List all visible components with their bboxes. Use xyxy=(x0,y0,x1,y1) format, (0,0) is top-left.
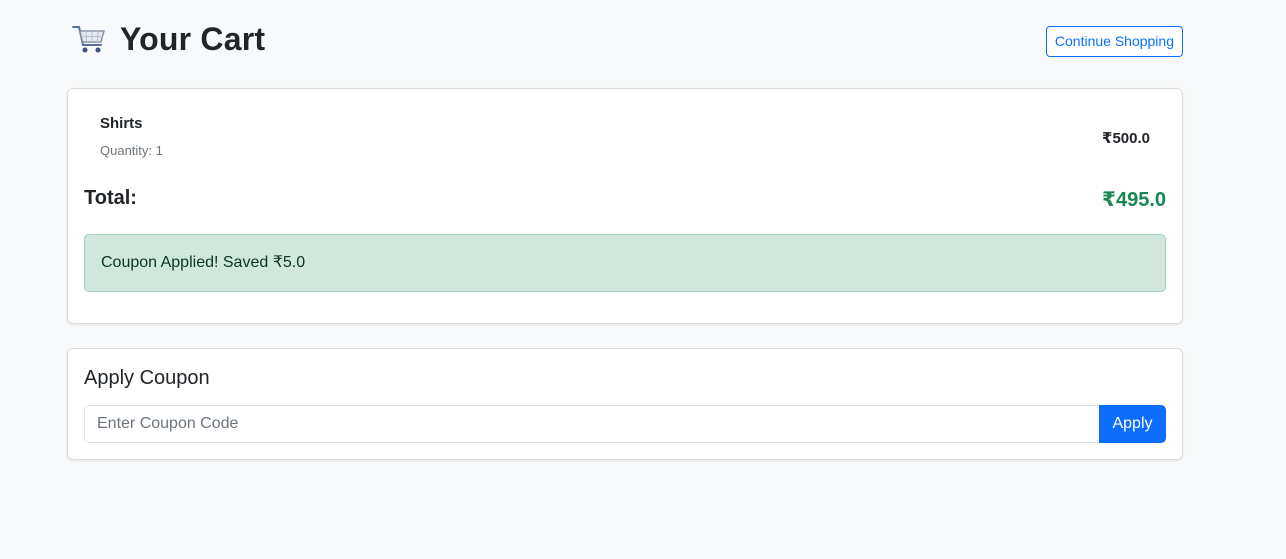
total-label: Total: xyxy=(84,187,137,209)
page-header: Your Cart Continue Shopping xyxy=(67,0,1183,88)
apply-coupon-heading: Apply Coupon xyxy=(84,367,210,389)
cart-item-name: Shirts xyxy=(100,115,143,132)
cart-page: Your Cart Continue Shopping Shirts Quant… xyxy=(67,0,1183,460)
shopping-cart-icon xyxy=(71,21,107,57)
continue-shopping-button[interactable]: Continue Shopping xyxy=(1045,26,1183,57)
coupon-applied-alert: Coupon Applied! Saved ₹5.0 xyxy=(84,234,1166,292)
coupon-input-group: Apply xyxy=(84,405,1166,443)
total-value: ₹495.0 xyxy=(1102,189,1166,211)
cart-item-quantity: Quantity: 1 xyxy=(100,143,163,158)
apply-coupon-card: Apply Coupon Apply xyxy=(67,348,1183,460)
title-wrap: Your Cart xyxy=(71,20,265,58)
cart-item-price: ₹500.0 xyxy=(1102,130,1150,147)
apply-coupon-button[interactable]: Apply xyxy=(1099,405,1166,443)
cart-item: Shirts Quantity: 1 ₹500.0 xyxy=(68,89,1182,169)
coupon-code-input[interactable] xyxy=(84,405,1099,443)
cart-summary-card: Shirts Quantity: 1 ₹500.0 Total: ₹495.0 … xyxy=(67,88,1183,324)
page-title: Your Cart xyxy=(120,21,266,57)
